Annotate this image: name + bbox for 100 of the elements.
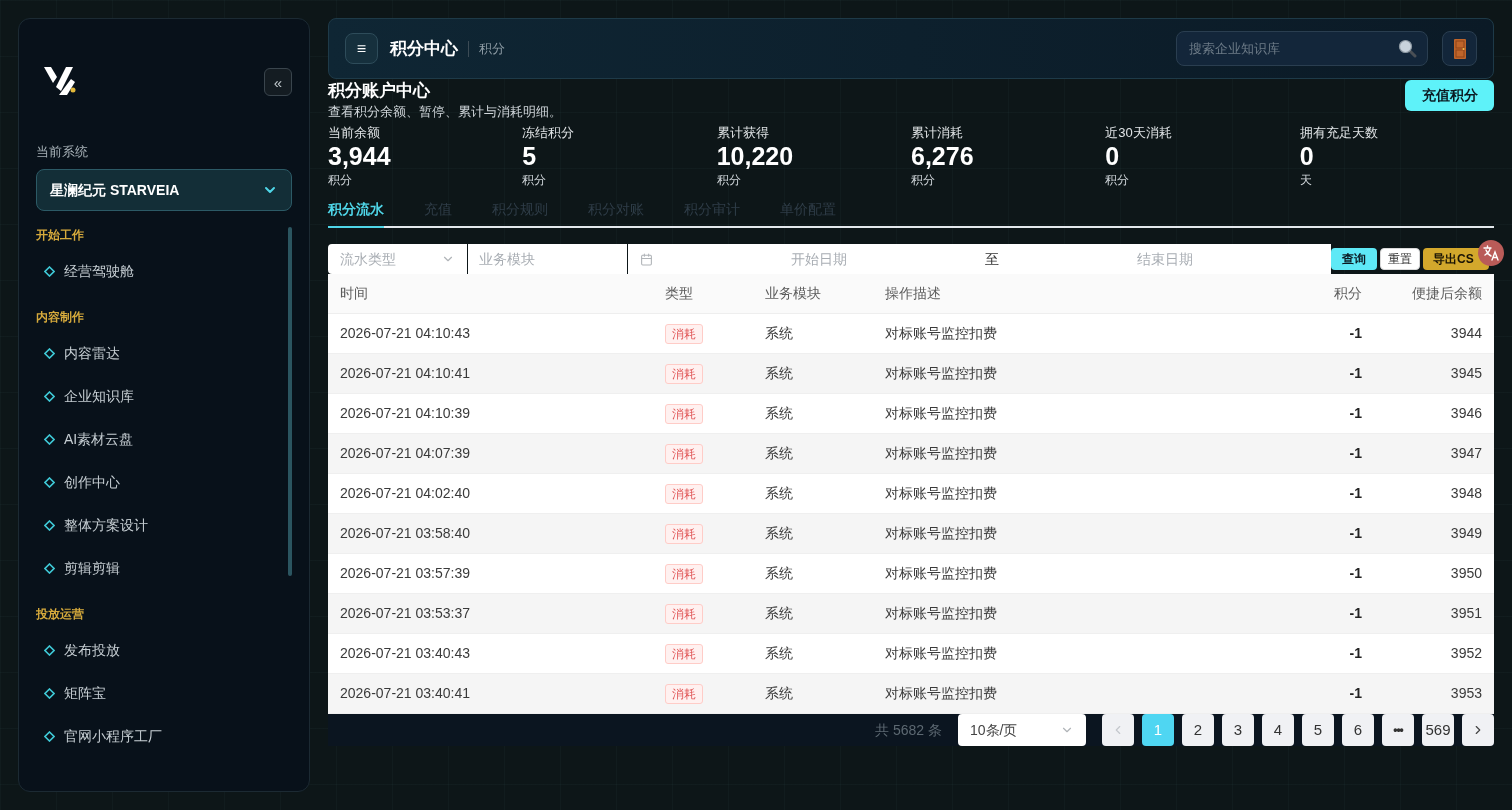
table-cell-text: 对标账号监控扣费: [884, 484, 998, 503]
table-cell-text: 对标账号监控扣费: [884, 564, 998, 583]
page-size-select[interactable]: 10条/页: [958, 714, 1086, 746]
breadcrumb: 积分: [479, 39, 505, 58]
table-cell-text: 系统: [764, 444, 794, 463]
next-page-button[interactable]: [1462, 714, 1494, 746]
page-button[interactable]: 2: [1182, 714, 1214, 746]
search-field[interactable]: 搜索企业知识库: [1176, 31, 1428, 66]
collapse-button[interactable]: «: [264, 68, 292, 96]
type-tag: 消耗: [665, 563, 703, 584]
page-button[interactable]: 6: [1342, 714, 1374, 746]
table-cell-text: 系统: [764, 484, 794, 503]
table-cell-text: 系统: [764, 364, 794, 383]
stat-value: 5: [522, 141, 538, 171]
table-cell-text: 2026-07-21 03:40:43: [339, 644, 471, 663]
search-icon: [1398, 39, 1417, 58]
type-tag: 消耗: [665, 403, 703, 424]
system-select[interactable]: 星澜纪元 STARVEIA: [36, 169, 292, 211]
nav-item[interactable]: 企业知识库: [36, 376, 288, 416]
page-button[interactable]: 3: [1222, 714, 1254, 746]
table-cell-text: 2026-07-21 04:10:43: [339, 324, 471, 343]
stat-value: 10,220: [716, 141, 795, 171]
nav-item[interactable]: 发布投放: [36, 630, 288, 670]
nav-item[interactable]: 经营驾驶舱: [36, 251, 288, 291]
recharge-button[interactable]: 充值积分: [1405, 80, 1494, 111]
section-title: 内容制作: [36, 309, 85, 325]
date-range-field[interactable]: 开始日期 至 结束日期: [628, 244, 1331, 274]
table-cell-text: 对标账号监控扣费: [884, 404, 998, 423]
query-button[interactable]: 查询: [1331, 248, 1377, 270]
stat-value: 3,944: [328, 141, 392, 171]
nav-item[interactable]: 整体方案设计: [36, 505, 288, 545]
total-count: 共 5682 条: [875, 720, 942, 740]
translate-icon[interactable]: [1478, 240, 1504, 266]
diamond-icon: [44, 730, 55, 742]
start-date-input[interactable]: 开始日期: [653, 244, 985, 274]
nav-item[interactable]: AI素材云盘: [36, 419, 288, 459]
type-tag: 消耗: [665, 603, 703, 624]
scrollbar[interactable]: [288, 227, 292, 576]
table-cell-text: 系统: [764, 404, 794, 423]
stat-label: 累计获得: [716, 124, 770, 141]
table-cell-text: -1: [1348, 564, 1363, 583]
table-cell-text: -1: [1348, 484, 1363, 503]
nav-item[interactable]: 内容雷达: [36, 333, 288, 373]
nav-item[interactable]: 官网小程序工厂: [36, 716, 288, 756]
table-cell-text: 3945: [1449, 364, 1483, 383]
nav-item[interactable]: 剪辑剪辑: [36, 548, 288, 588]
table-cell-text: 3949: [1449, 524, 1483, 543]
type-tag: 消耗: [665, 483, 703, 504]
page-button[interactable]: 5: [1302, 714, 1334, 746]
column-header: 业务模块: [764, 284, 822, 303]
door-button[interactable]: [1442, 31, 1477, 66]
table-cell-text: 3944: [1449, 324, 1483, 343]
table-cell-text: 3946: [1449, 404, 1483, 423]
page-button[interactable]: 569: [1422, 714, 1454, 746]
module-input[interactable]: 业务模块: [468, 244, 627, 274]
nav-item[interactable]: 矩阵宝: [36, 673, 288, 713]
table-cell-text: 系统: [764, 324, 794, 343]
more-pages-button[interactable]: •••: [1382, 714, 1414, 746]
calendar-icon: [640, 252, 653, 266]
stat-label: 近30天消耗: [1105, 124, 1173, 141]
table-cell-text: 3952: [1449, 644, 1483, 663]
table-cell-text: 系统: [764, 644, 794, 663]
menu-button[interactable]: ≡: [345, 33, 378, 64]
table-cell-text: -1: [1348, 604, 1363, 623]
stat-unit: 积分: [328, 172, 353, 189]
table-cell-text: 对标账号监控扣费: [884, 324, 998, 343]
table-cell-text: 2026-07-21 04:02:40: [339, 484, 471, 503]
table-cell-text: 对标账号监控扣费: [884, 444, 998, 463]
stat-label: 累计消耗: [911, 124, 964, 141]
stat-unit: 积分: [522, 172, 548, 189]
type-tag: 消耗: [665, 363, 703, 384]
table-cell-text: 3947: [1449, 444, 1483, 463]
page-button[interactable]: 4: [1262, 714, 1294, 746]
reset-button[interactable]: 重置: [1380, 248, 1420, 270]
end-date-input[interactable]: 结束日期: [999, 244, 1331, 274]
table-cell-text: 对标账号监控扣费: [884, 364, 998, 383]
diamond-icon: [44, 390, 55, 402]
diamond-icon: [44, 687, 55, 699]
type-tag: 消耗: [665, 683, 703, 704]
section-title: 开始工作: [36, 227, 85, 243]
column-header: 类型: [664, 284, 694, 303]
table-cell-text: 系统: [764, 684, 794, 703]
table-cell-text: 对标账号监控扣费: [884, 644, 998, 663]
column-header: 便捷后余额: [1411, 284, 1483, 303]
section-heading: 积分账户中心: [328, 80, 431, 102]
diamond-icon: [44, 433, 55, 445]
table-cell-text: -1: [1348, 444, 1363, 463]
table-cell-text: 对标账号监控扣费: [884, 604, 998, 623]
column-header: 操作描述: [884, 284, 942, 303]
door-icon: [1453, 38, 1466, 59]
table-cell-text: -1: [1348, 364, 1363, 383]
nav-item[interactable]: 创作中心: [36, 462, 288, 502]
stat-unit: 积分: [716, 172, 742, 189]
diamond-icon: [44, 519, 55, 531]
tab[interactable]: 积分流水: [328, 189, 384, 228]
column-header: 时间: [339, 284, 369, 303]
stat-label: 冻结积分: [522, 124, 576, 141]
type-tag: 消耗: [665, 523, 703, 544]
table-cell-text: 系统: [764, 524, 794, 543]
table-cell-text: 对标账号监控扣费: [884, 524, 998, 543]
